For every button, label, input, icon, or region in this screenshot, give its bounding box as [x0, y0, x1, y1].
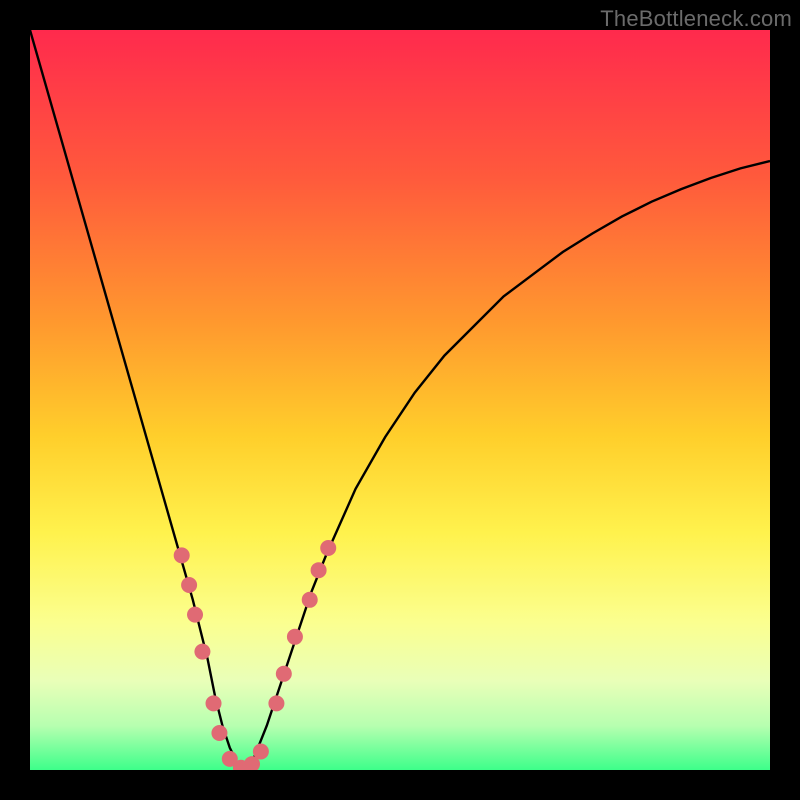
chart-canvas: [30, 30, 770, 770]
data-marker: [174, 547, 190, 563]
chart-frame: [30, 30, 770, 770]
data-marker: [276, 666, 292, 682]
data-marker: [253, 744, 269, 760]
data-marker: [187, 607, 203, 623]
data-marker: [194, 644, 210, 660]
data-marker: [211, 725, 227, 741]
data-marker: [181, 577, 197, 593]
gradient-background: [30, 30, 770, 770]
data-marker: [287, 629, 303, 645]
watermark-text: TheBottleneck.com: [600, 6, 792, 32]
data-marker: [302, 592, 318, 608]
data-marker: [206, 695, 222, 711]
data-marker: [320, 540, 336, 556]
data-marker: [268, 695, 284, 711]
data-marker: [311, 562, 327, 578]
